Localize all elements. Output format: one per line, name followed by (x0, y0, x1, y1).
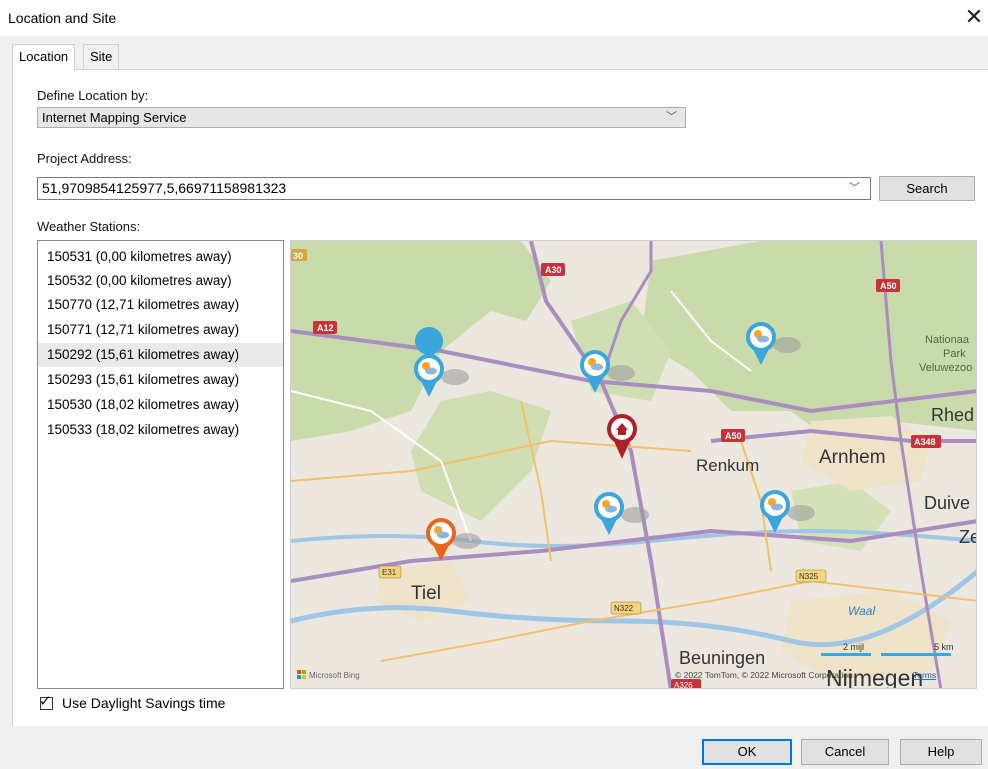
list-item[interactable]: 150530 (18,02 kilometres away) (38, 393, 283, 417)
project-address-input[interactable]: 51,9709854125977,5,66971158981323 ﹀ (37, 177, 871, 200)
river-label-waal: Waal (848, 604, 875, 618)
park-label-3: Veluwezoo (919, 362, 972, 374)
road-shield: A30 (541, 263, 565, 276)
svg-text:2 mijl: 2 mijl (843, 642, 864, 652)
chevron-down-icon[interactable]: ﹀ (849, 178, 860, 199)
place-label-arnhem: Arnhem (819, 447, 886, 468)
place-label-renkum: Renkum (696, 456, 759, 475)
search-button[interactable]: Search (879, 176, 975, 201)
road-shield: A12 (313, 321, 337, 334)
list-item[interactable]: 150293 (15,61 kilometres away) (38, 368, 283, 392)
road-shield: N325 (795, 569, 827, 583)
svg-text:A30: A30 (545, 265, 562, 275)
weather-stations-list[interactable]: 150531 (0,00 kilometres away) 150532 (0,… (37, 240, 284, 689)
define-location-value: Internet Mapping Service (42, 110, 187, 125)
svg-text:A50: A50 (880, 281, 897, 291)
tab-site[interactable]: Site (83, 44, 120, 69)
help-button[interactable]: Help (900, 739, 982, 765)
map-view[interactable]: 30 A30 A50 A12 A50 A348 E31 N322 N325 A3… (290, 240, 977, 689)
park-label-2: Park (943, 348, 966, 360)
title-bar (0, 0, 988, 36)
daylight-savings-label: Use Daylight Savings time (62, 695, 226, 711)
list-item[interactable]: 150531 (0,00 kilometres away) (38, 245, 283, 269)
svg-text:A50: A50 (725, 431, 742, 441)
road-shield: A326 (671, 679, 701, 689)
road-shield: 30 (291, 249, 307, 261)
place-label-duive: Duive (924, 493, 970, 513)
list-item[interactable]: 150771 (12,71 kilometres away) (38, 318, 283, 342)
list-item[interactable]: 150770 (12,71 kilometres away) (38, 293, 283, 317)
svg-text:Microsoft Bing: Microsoft Bing (309, 671, 360, 680)
daylight-savings-checkbox[interactable] (40, 697, 53, 710)
weather-stations-label: Weather Stations: (37, 219, 141, 234)
list-item[interactable]: 150532 (0,00 kilometres away) (38, 269, 283, 293)
place-label-beuningen: Beuningen (679, 648, 765, 668)
svg-text:5 km: 5 km (934, 642, 954, 652)
place-label-tiel: Tiel (411, 583, 441, 604)
road-shield: A348 (911, 435, 941, 448)
svg-text:A326: A326 (674, 681, 693, 689)
road-shield: N322 (610, 601, 642, 615)
map-copyright: © 2022 TomTom, © 2022 Microsoft Corporat… (675, 670, 853, 680)
svg-text:A12: A12 (317, 323, 334, 333)
svg-text:N325: N325 (799, 572, 819, 581)
window-title: Location and Site (8, 10, 117, 26)
cancel-button[interactable]: Cancel (801, 739, 889, 765)
terms-link: Terms (913, 670, 936, 680)
define-location-select[interactable]: Internet Mapping Service ﹀ (37, 107, 686, 128)
define-location-label: Define Location by: (37, 88, 149, 103)
list-item[interactable]: 150533 (18,02 kilometres away) (38, 418, 283, 442)
ok-button[interactable]: OK (702, 739, 792, 765)
list-item[interactable]: 150292 (15,61 kilometres away) (38, 343, 283, 367)
place-label-rhed: Rhed (931, 405, 974, 425)
road-shield: E31 (378, 565, 402, 579)
park-label-1: Nationaa (925, 334, 970, 346)
svg-text:N322: N322 (614, 604, 634, 613)
svg-text:A348: A348 (914, 437, 936, 447)
project-address-label: Project Address: (37, 151, 132, 166)
chevron-down-icon: ﹀ (666, 111, 677, 123)
road-shield: A50 (721, 429, 745, 442)
tab-location[interactable]: Location (12, 44, 76, 71)
svg-text:30: 30 (293, 251, 303, 261)
place-label-ze: Ze (959, 527, 977, 547)
road-shield: A50 (876, 279, 900, 292)
close-icon[interactable]: ✕ (962, 4, 986, 30)
svg-text:E31: E31 (382, 568, 397, 577)
project-address-value: 51,9709854125977,5,66971158981323 (42, 180, 287, 196)
